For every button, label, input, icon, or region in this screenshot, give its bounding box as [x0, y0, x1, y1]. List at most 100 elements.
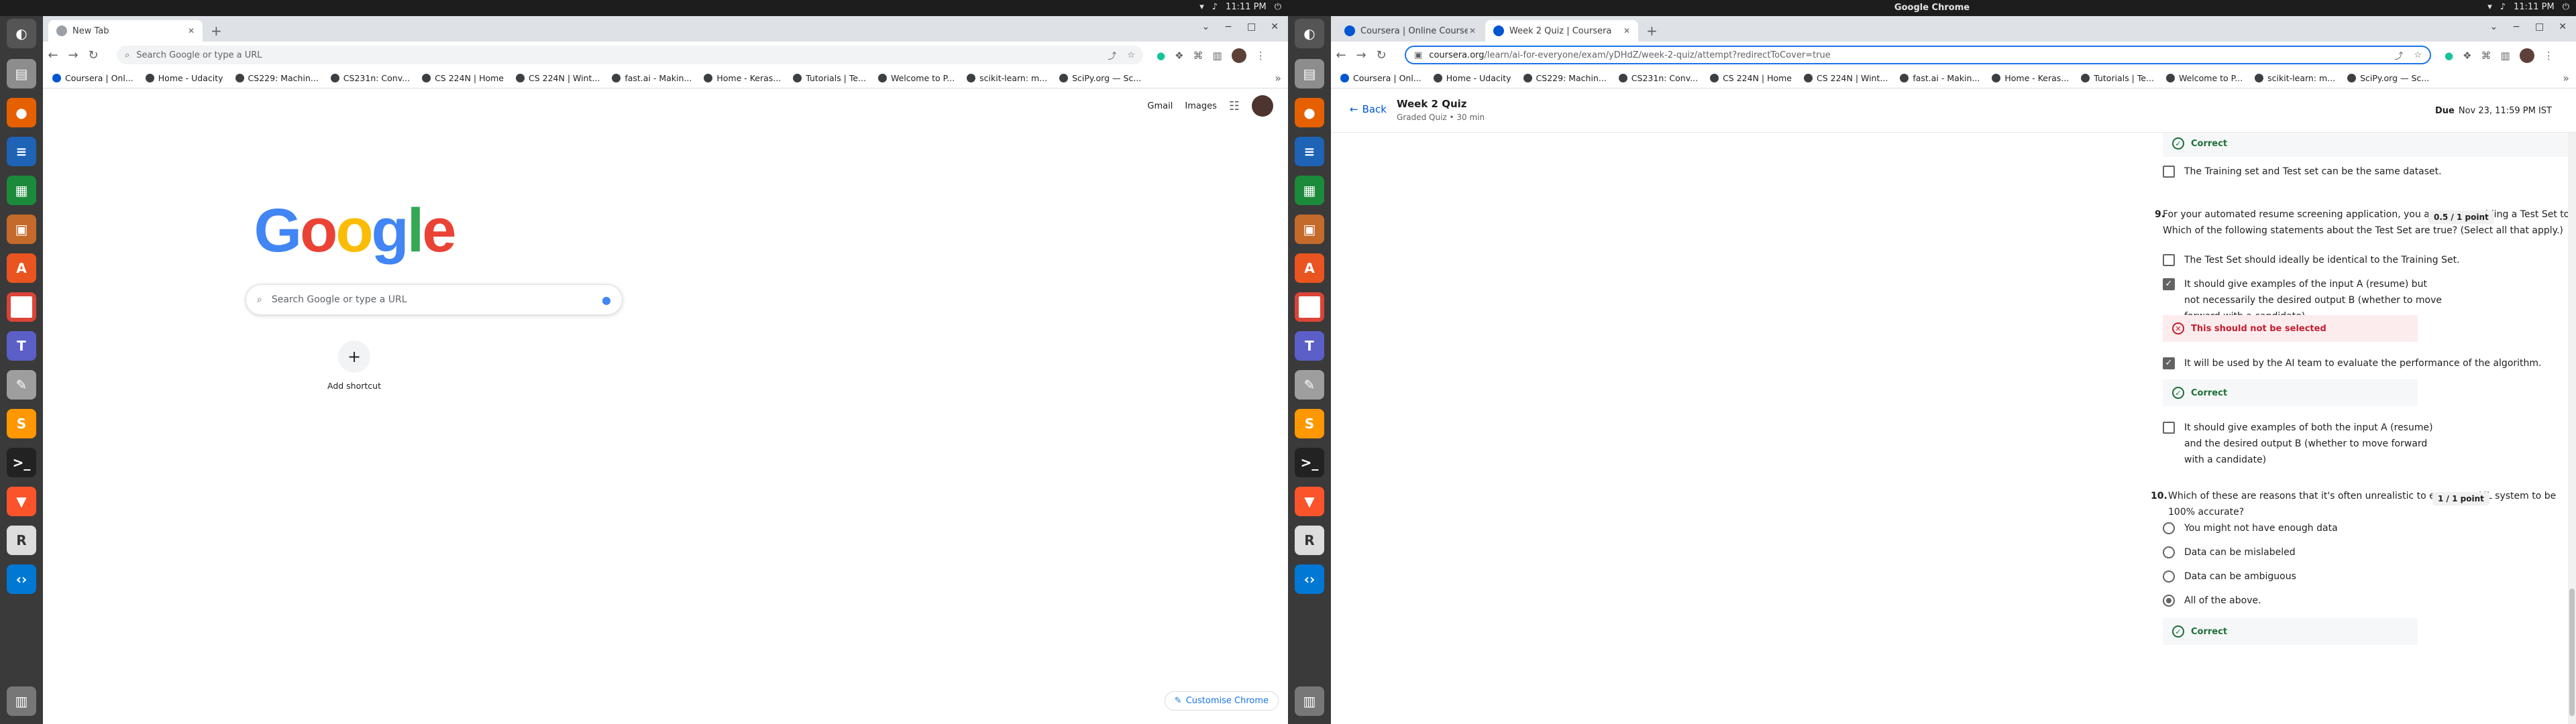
checkbox[interactable]: [2163, 166, 2175, 178]
bookmark-item[interactable]: SciPy.org — Sc...: [1059, 73, 1141, 83]
writer-icon[interactable]: ≡: [1295, 137, 1324, 166]
radio-button[interactable]: [2163, 522, 2175, 534]
address-bar[interactable]: ▣ coursera.org/learn/ai-for-everyone/exa…: [1405, 46, 2431, 64]
chevron-down-icon[interactable]: ⌄: [1202, 21, 1210, 32]
bookmark-item[interactable]: Tutorials | Te...: [793, 73, 866, 83]
bookmark-item[interactable]: Welcome to P...: [877, 73, 955, 83]
sublime-icon[interactable]: S: [7, 409, 36, 438]
close-window-icon[interactable]: ✕: [2559, 21, 2567, 32]
bookmark-item[interactable]: SciPy.org — Sc...: [2347, 73, 2429, 83]
bookmark-item[interactable]: CS231n: Conv...: [1618, 73, 1698, 83]
chevron-down-icon[interactable]: ⌄: [2490, 21, 2498, 32]
trash-icon[interactable]: ▥: [7, 686, 36, 716]
bookmark-item[interactable]: scikit-learn: m...: [2255, 73, 2335, 83]
add-shortcut-button[interactable]: + Add shortcut: [321, 341, 388, 391]
profile-avatar[interactable]: [2519, 48, 2534, 63]
radio-button[interactable]: [2163, 546, 2175, 558]
software-icon[interactable]: A: [1295, 253, 1324, 283]
wifi-icon[interactable]: ▾: [2487, 2, 2492, 12]
reload-icon[interactable]: ↻: [83, 48, 103, 62]
firefox-icon[interactable]: ●: [1295, 98, 1324, 127]
bookmark-item[interactable]: Coursera | Onl...: [52, 73, 133, 83]
minimize-icon[interactable]: −: [2512, 21, 2520, 32]
bookmark-item[interactable]: Welcome to P...: [2165, 73, 2243, 83]
back-icon[interactable]: ←: [43, 48, 63, 62]
radio-option[interactable]: Data can be ambiguous: [2163, 568, 2296, 585]
wifi-icon[interactable]: ▾: [1199, 2, 1204, 12]
maximize-icon[interactable]: □: [1247, 21, 1256, 32]
bookmark-item[interactable]: fast.ai - Makin...: [612, 73, 692, 83]
bookmark-star-icon[interactable]: ☆: [1127, 50, 1135, 60]
teams-icon[interactable]: T: [1295, 331, 1324, 361]
microphone-icon[interactable]: ●: [602, 294, 611, 306]
clock[interactable]: 11:11 PM: [1226, 2, 1267, 12]
volume-icon[interactable]: ♪: [1212, 2, 1218, 12]
text-editor-icon[interactable]: ✎: [7, 370, 36, 400]
bookmarks-overflow-icon[interactable]: »: [2563, 72, 2569, 84]
checkbox-option[interactable]: The Test Set should ideally be identical…: [2163, 252, 2568, 268]
extension-icon[interactable]: ❖: [2463, 50, 2471, 62]
grammarly-icon[interactable]: ●: [2445, 50, 2453, 62]
radio-option[interactable]: Data can be mislabeled: [2163, 544, 2296, 560]
checkbox-option[interactable]: ✓ It will be used by the AI team to eval…: [2163, 355, 2568, 371]
impress-icon[interactable]: ▣: [7, 215, 36, 244]
back-icon[interactable]: ←: [1331, 48, 1351, 62]
bookmark-item[interactable]: Coursera | Onl...: [1340, 73, 1421, 83]
bookmark-item[interactable]: Home - Udacity: [1433, 73, 1511, 83]
avatar[interactable]: [1252, 95, 1273, 117]
bookmark-item[interactable]: CS231n: Conv...: [330, 73, 410, 83]
rstudio-icon[interactable]: R: [7, 526, 36, 555]
minimize-icon[interactable]: −: [1224, 21, 1232, 32]
brave-icon[interactable]: ▼: [7, 487, 36, 516]
sidepanel-icon[interactable]: ▥: [2501, 50, 2510, 62]
bookmark-item[interactable]: scikit-learn: m...: [967, 73, 1047, 83]
bookmark-item[interactable]: Home - Udacity: [145, 73, 223, 83]
calc-icon[interactable]: ▦: [1295, 176, 1324, 205]
checkbox-checked[interactable]: ✓: [2163, 278, 2175, 290]
menu-kebab-icon[interactable]: ⋮: [2544, 50, 2554, 62]
address-bar[interactable]: ⌕ Search Google or type a URL ⤴ ☆: [117, 46, 1143, 64]
chrome-icon[interactable]: [1295, 292, 1324, 322]
sidepanel-icon[interactable]: ▥: [1213, 50, 1222, 62]
bookmark-item[interactable]: fast.ai - Makin...: [1900, 73, 1980, 83]
tab-new-tab[interactable]: New Tab ✕: [48, 20, 203, 42]
files-icon[interactable]: ▤: [7, 59, 36, 88]
sublime-icon[interactable]: S: [1295, 409, 1324, 438]
menu-kebab-icon[interactable]: ⋮: [1256, 50, 1266, 62]
checkbox-option[interactable]: It should give examples of both the inpu…: [2163, 420, 2445, 468]
share-icon[interactable]: ⤴: [1108, 49, 1116, 62]
bookmark-star-icon[interactable]: ☆: [2414, 50, 2422, 60]
tab-coursera[interactable]: Coursera | Online Course ✕: [1336, 20, 1484, 42]
writer-icon[interactable]: ≡: [7, 137, 36, 166]
close-icon[interactable]: ✕: [188, 26, 195, 36]
rstudio-icon[interactable]: R: [1295, 526, 1324, 555]
close-icon[interactable]: ✕: [1623, 26, 1630, 36]
images-link[interactable]: Images: [1185, 101, 1217, 111]
bookmark-item[interactable]: CS 224N | Wint...: [516, 73, 600, 83]
brave-icon[interactable]: ▼: [1295, 487, 1324, 516]
reload-icon[interactable]: ↻: [1371, 48, 1391, 62]
chrome-icon[interactable]: [7, 292, 36, 322]
back-button[interactable]: ← Back: [1350, 103, 1387, 115]
checkbox[interactable]: [2163, 254, 2175, 266]
new-tab-button[interactable]: +: [1646, 23, 1658, 39]
radio-option[interactable]: You might not have enough data: [2163, 520, 2338, 536]
grammarly-icon[interactable]: ●: [1157, 50, 1165, 62]
checkbox-option[interactable]: The Training set and Test set can be the…: [2163, 164, 2442, 180]
checkbox[interactable]: [2163, 422, 2175, 434]
close-icon[interactable]: ✕: [1469, 26, 1476, 36]
bookmarks-overflow-icon[interactable]: »: [1275, 72, 1281, 84]
dock-apps-icon[interactable]: ◐: [7, 19, 36, 48]
bookmark-item[interactable]: Home - Keras...: [1992, 73, 2069, 83]
power-icon[interactable]: ⏻: [2563, 2, 2569, 12]
vscode-icon[interactable]: ‹›: [1295, 564, 1324, 594]
extension-icon[interactable]: ❖: [1175, 50, 1183, 62]
scrollbar[interactable]: [2568, 133, 2576, 724]
maximize-icon[interactable]: □: [2535, 21, 2544, 32]
extensions-puzzle-icon[interactable]: ⌘: [2481, 50, 2491, 62]
bookmark-item[interactable]: CS229: Machin...: [1523, 73, 1607, 83]
radio-button[interactable]: [2163, 570, 2175, 583]
dock-apps-icon[interactable]: ◐: [1295, 19, 1324, 48]
extensions-puzzle-icon[interactable]: ⌘: [1193, 50, 1203, 62]
share-icon[interactable]: ⤴: [2394, 49, 2403, 62]
